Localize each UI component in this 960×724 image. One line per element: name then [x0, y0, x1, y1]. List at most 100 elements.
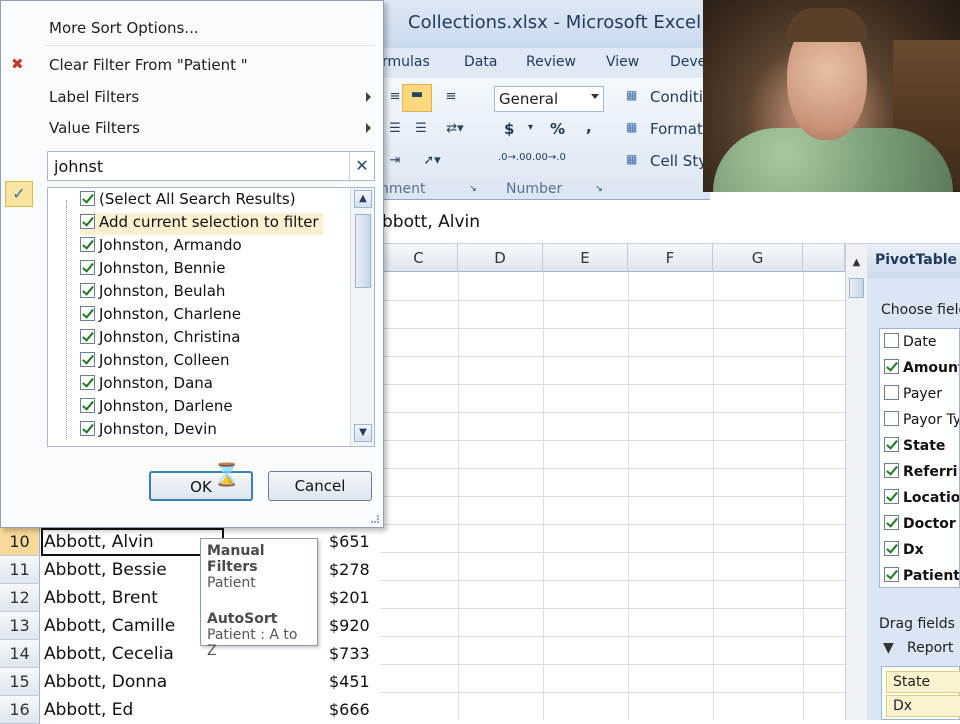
checkbox-checked-icon[interactable]: [80, 191, 95, 206]
checkbox-checked-icon[interactable]: [80, 237, 95, 252]
report-filter-item-state[interactable]: State: [886, 671, 960, 693]
list-item[interactable]: (Select All Search Results): [80, 190, 296, 212]
checkbox-unchecked-icon[interactable]: [884, 333, 899, 348]
resize-grip-icon[interactable]: [371, 515, 379, 523]
checkbox-checked-icon[interactable]: [884, 489, 899, 504]
list-item[interactable]: Johnston, Christina: [80, 328, 240, 350]
scroll-thumb[interactable]: [849, 278, 864, 298]
pivot-field-amount[interactable]: Amount: [884, 359, 959, 381]
alignment-dialog-icon[interactable]: ↘: [466, 182, 480, 196]
tab-review[interactable]: Review: [526, 54, 576, 70]
cell-amount[interactable]: $201: [329, 584, 370, 612]
currency-dropdown-icon[interactable]: ▾: [528, 122, 533, 133]
cancel-button[interactable]: Cancel: [268, 471, 372, 501]
currency-button[interactable]: $: [504, 120, 514, 138]
pivot-field-patient[interactable]: Patient: [884, 567, 959, 587]
worksheet-grid[interactable]: C D E F G: [380, 244, 845, 720]
checkbox-checked-icon[interactable]: [80, 329, 95, 344]
pivot-field-location[interactable]: Location: [884, 489, 959, 511]
pivot-field-date[interactable]: Date: [884, 333, 936, 355]
cell-patient-name[interactable]: Abbott, Camille: [44, 612, 175, 640]
tab-formulas[interactable]: rmulas: [382, 54, 430, 70]
checkbox-checked-icon[interactable]: [80, 283, 95, 298]
cell-patient-name[interactable]: Abbott, Bessie: [44, 556, 167, 584]
pivot-field-payor-type[interactable]: Payor Ty: [884, 411, 959, 433]
pivot-field-referring[interactable]: Referri: [884, 463, 957, 485]
row-header-12[interactable]: 12: [0, 584, 40, 612]
label-filters-item[interactable]: Label Filters: [49, 88, 139, 106]
row-header-11[interactable]: 11: [0, 556, 40, 584]
row-header-10[interactable]: 10: [0, 528, 40, 556]
cell-patient-name[interactable]: Abbott, Donna: [44, 668, 167, 696]
decrease-decimal-button[interactable]: .00→.0: [532, 152, 566, 163]
checkbox-checked-icon[interactable]: [884, 541, 899, 556]
clear-filter-item[interactable]: Clear Filter From "Patient ": [49, 56, 248, 74]
cell-patient-name[interactable]: Abbott, Cecelia: [44, 640, 174, 668]
checkbox-checked-icon[interactable]: [884, 515, 899, 530]
row-header-13[interactable]: 13: [0, 612, 40, 640]
list-item[interactable]: Johnston, Dana: [80, 374, 213, 396]
tab-data[interactable]: Data: [464, 54, 497, 70]
report-filter-area[interactable]: State Dx: [881, 666, 960, 720]
checkbox-unchecked-icon[interactable]: [884, 385, 899, 400]
checkbox-checked-icon[interactable]: [884, 437, 899, 452]
filter-values-list[interactable]: (Select All Search Results) Add current …: [47, 187, 375, 447]
checkbox-checked-icon[interactable]: [80, 214, 95, 229]
scroll-up-icon[interactable]: ▲: [849, 256, 864, 270]
column-header-f[interactable]: F: [628, 244, 713, 272]
percent-button[interactable]: %: [550, 120, 565, 138]
checkbox-checked-icon[interactable]: [80, 421, 95, 436]
formula-bar[interactable]: bbott, Alvin: [380, 200, 960, 244]
column-header-d[interactable]: D: [458, 244, 543, 272]
list-item[interactable]: Johnston, Devin: [80, 420, 217, 442]
align-middle-icon[interactable]: ▬: [402, 84, 432, 112]
scroll-down-icon[interactable]: ▼: [354, 424, 372, 442]
cell-amount[interactable]: $278: [329, 556, 370, 584]
list-scrollbar[interactable]: ▲ ▼: [350, 188, 374, 446]
comma-button[interactable]: ,: [586, 118, 592, 136]
list-item[interactable]: Johnston, Colleen: [80, 351, 229, 373]
cell-styles-button[interactable]: Cell Sty: [650, 152, 707, 170]
checkbox-checked-icon[interactable]: [884, 359, 899, 374]
column-header-e[interactable]: E: [543, 244, 628, 272]
checkbox-checked-icon[interactable]: [884, 463, 899, 478]
pivot-field-doctor[interactable]: Doctor: [884, 515, 956, 537]
merge-center-icon[interactable]: ⇄▾: [438, 118, 472, 140]
list-item[interactable]: Johnston, Armando: [80, 236, 242, 258]
clear-search-icon[interactable]: ✕: [349, 152, 374, 180]
list-item-add-selection[interactable]: Add current selection to filter: [80, 213, 323, 235]
list-item[interactable]: Johnston, Bennie: [80, 259, 225, 281]
vertical-scrollbar[interactable]: ▲: [845, 244, 867, 720]
checkbox-checked-icon[interactable]: [80, 260, 95, 275]
cell-amount[interactable]: $733: [329, 640, 370, 668]
more-sort-options-item[interactable]: More Sort Options...: [49, 19, 199, 37]
checkbox-checked-icon[interactable]: [80, 398, 95, 413]
cell-amount[interactable]: $920: [329, 612, 370, 640]
checkbox-unchecked-icon[interactable]: [884, 411, 899, 426]
cell-amount[interactable]: $451: [329, 668, 370, 696]
pivot-field-state[interactable]: State: [884, 437, 945, 459]
scroll-up-icon[interactable]: ▲: [354, 190, 372, 208]
pivot-field-payer[interactable]: Payer: [884, 385, 942, 407]
checkbox-checked-icon[interactable]: [80, 352, 95, 367]
orientation-icon[interactable]: ➚▾: [414, 150, 450, 172]
column-header-c[interactable]: C: [380, 244, 458, 272]
number-dialog-icon[interactable]: ↘: [592, 182, 606, 196]
cell-patient-name[interactable]: Abbott, Alvin: [44, 528, 154, 556]
checkbox-checked-icon[interactable]: [884, 567, 899, 582]
align-right-icon[interactable]: ☰: [408, 118, 434, 140]
checkbox-checked-icon[interactable]: [80, 306, 95, 321]
row-area[interactable]: 10 11 12 13 14 15 16 Abbott, Alvin Abbot…: [0, 528, 380, 724]
cell-amount[interactable]: $651: [329, 528, 370, 556]
row-header-15[interactable]: 15: [0, 668, 40, 696]
checkbox-checked-icon[interactable]: [80, 375, 95, 390]
increase-decimal-button[interactable]: .0→.00: [498, 152, 532, 163]
align-bottom-icon[interactable]: ≡: [438, 86, 464, 108]
cell-patient-name[interactable]: Abbott, Brent: [44, 584, 158, 612]
align-left-icon[interactable]: ☰: [382, 118, 408, 140]
list-item[interactable]: Johnston, Darlene: [80, 397, 233, 419]
number-format-select[interactable]: General: [494, 86, 604, 112]
tab-developer[interactable]: Deve: [670, 54, 706, 70]
report-filter-item-dx[interactable]: Dx: [886, 695, 960, 717]
format-as-table-button[interactable]: Format: [650, 120, 703, 138]
